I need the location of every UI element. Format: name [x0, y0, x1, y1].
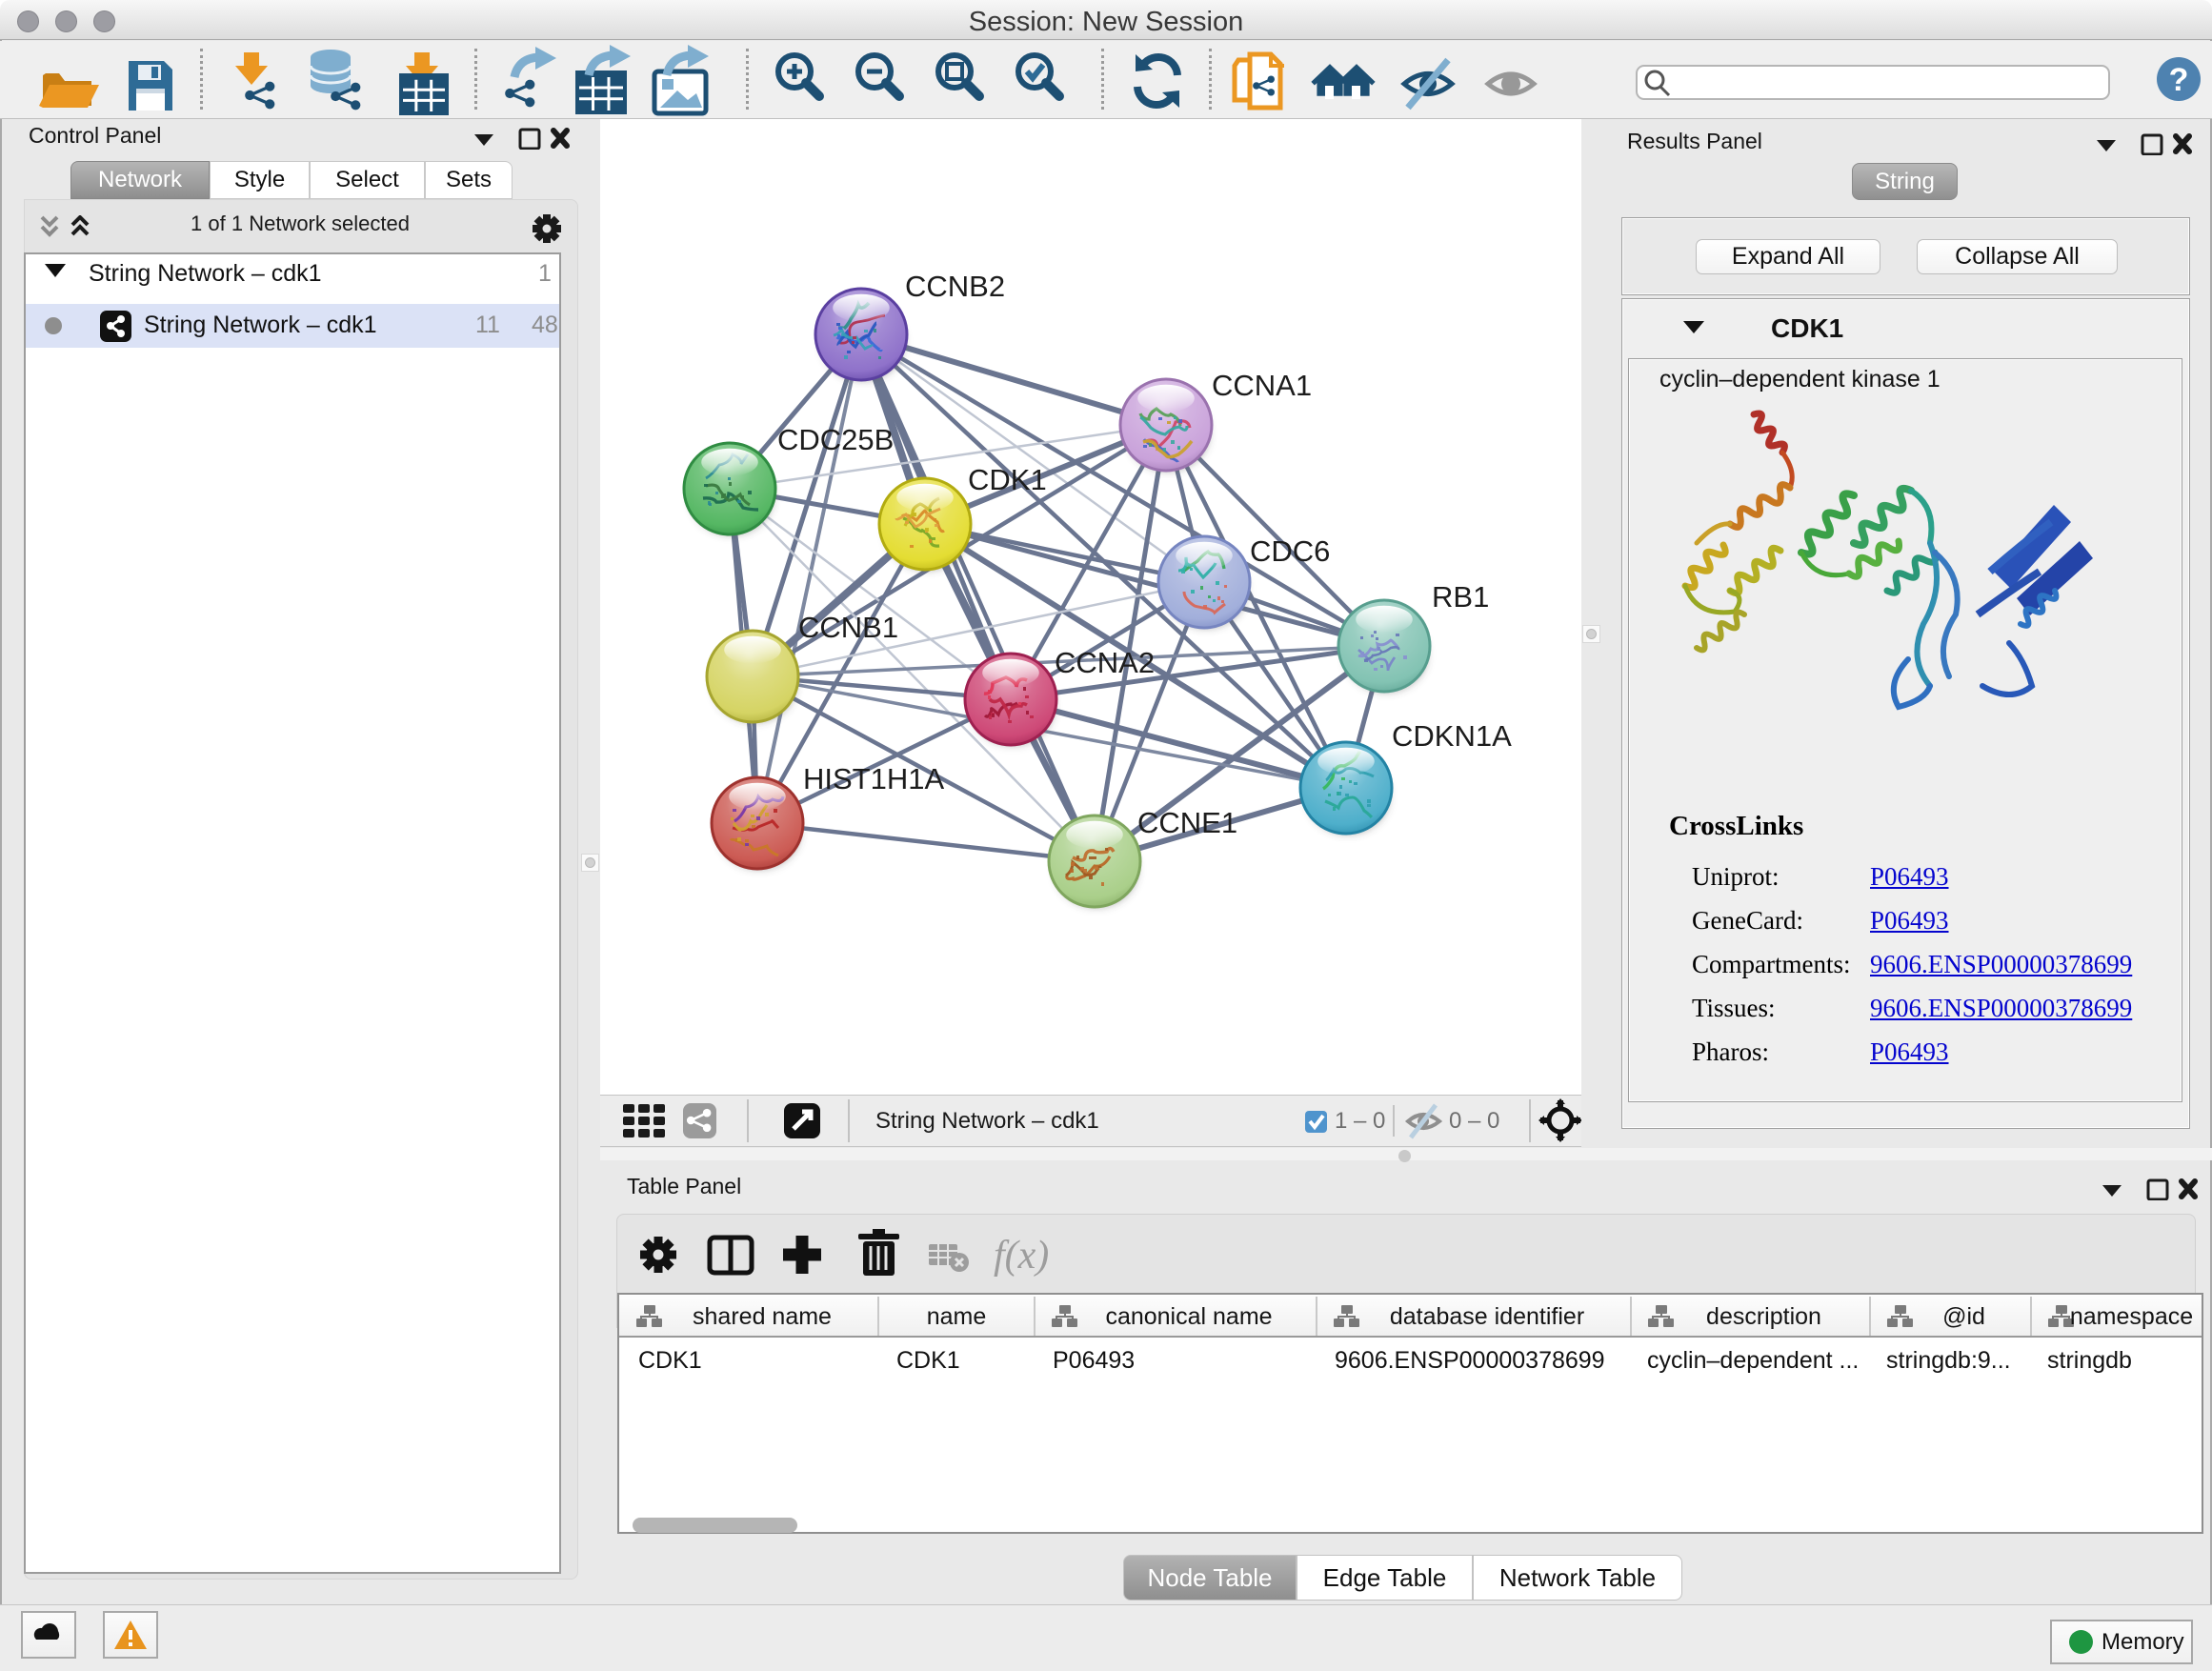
svg-text:CDK1: CDK1 — [968, 463, 1047, 496]
svg-text:CCNE1: CCNE1 — [1137, 806, 1237, 839]
svg-text:name: name — [927, 1303, 987, 1330]
svg-text:HIST1H1A: HIST1H1A — [803, 762, 944, 795]
svg-text:canonical name: canonical name — [1105, 1303, 1272, 1330]
svg-text:f(x): f(x) — [994, 1234, 1049, 1278]
svg-text:RB1: RB1 — [1432, 580, 1489, 614]
svg-text:shared name: shared name — [693, 1303, 832, 1330]
svg-text:CDKN1A: CDKN1A — [1392, 719, 1512, 753]
svg-text:CDC25B: CDC25B — [777, 423, 894, 456]
svg-text:?: ? — [2169, 62, 2189, 98]
svg-text:CCNB2: CCNB2 — [905, 270, 1005, 303]
svg-text:CCNA2: CCNA2 — [1055, 646, 1155, 679]
svg-text:CCNB1: CCNB1 — [798, 611, 898, 644]
svg-text:CCNA1: CCNA1 — [1212, 369, 1312, 402]
svg-text:CDC6: CDC6 — [1250, 534, 1330, 568]
svg-text:description: description — [1706, 1303, 1821, 1330]
svg-text:namespace: namespace — [2070, 1303, 2193, 1330]
svg-text:database identifier: database identifier — [1390, 1303, 1584, 1330]
svg-text:@id: @id — [1942, 1303, 1985, 1330]
